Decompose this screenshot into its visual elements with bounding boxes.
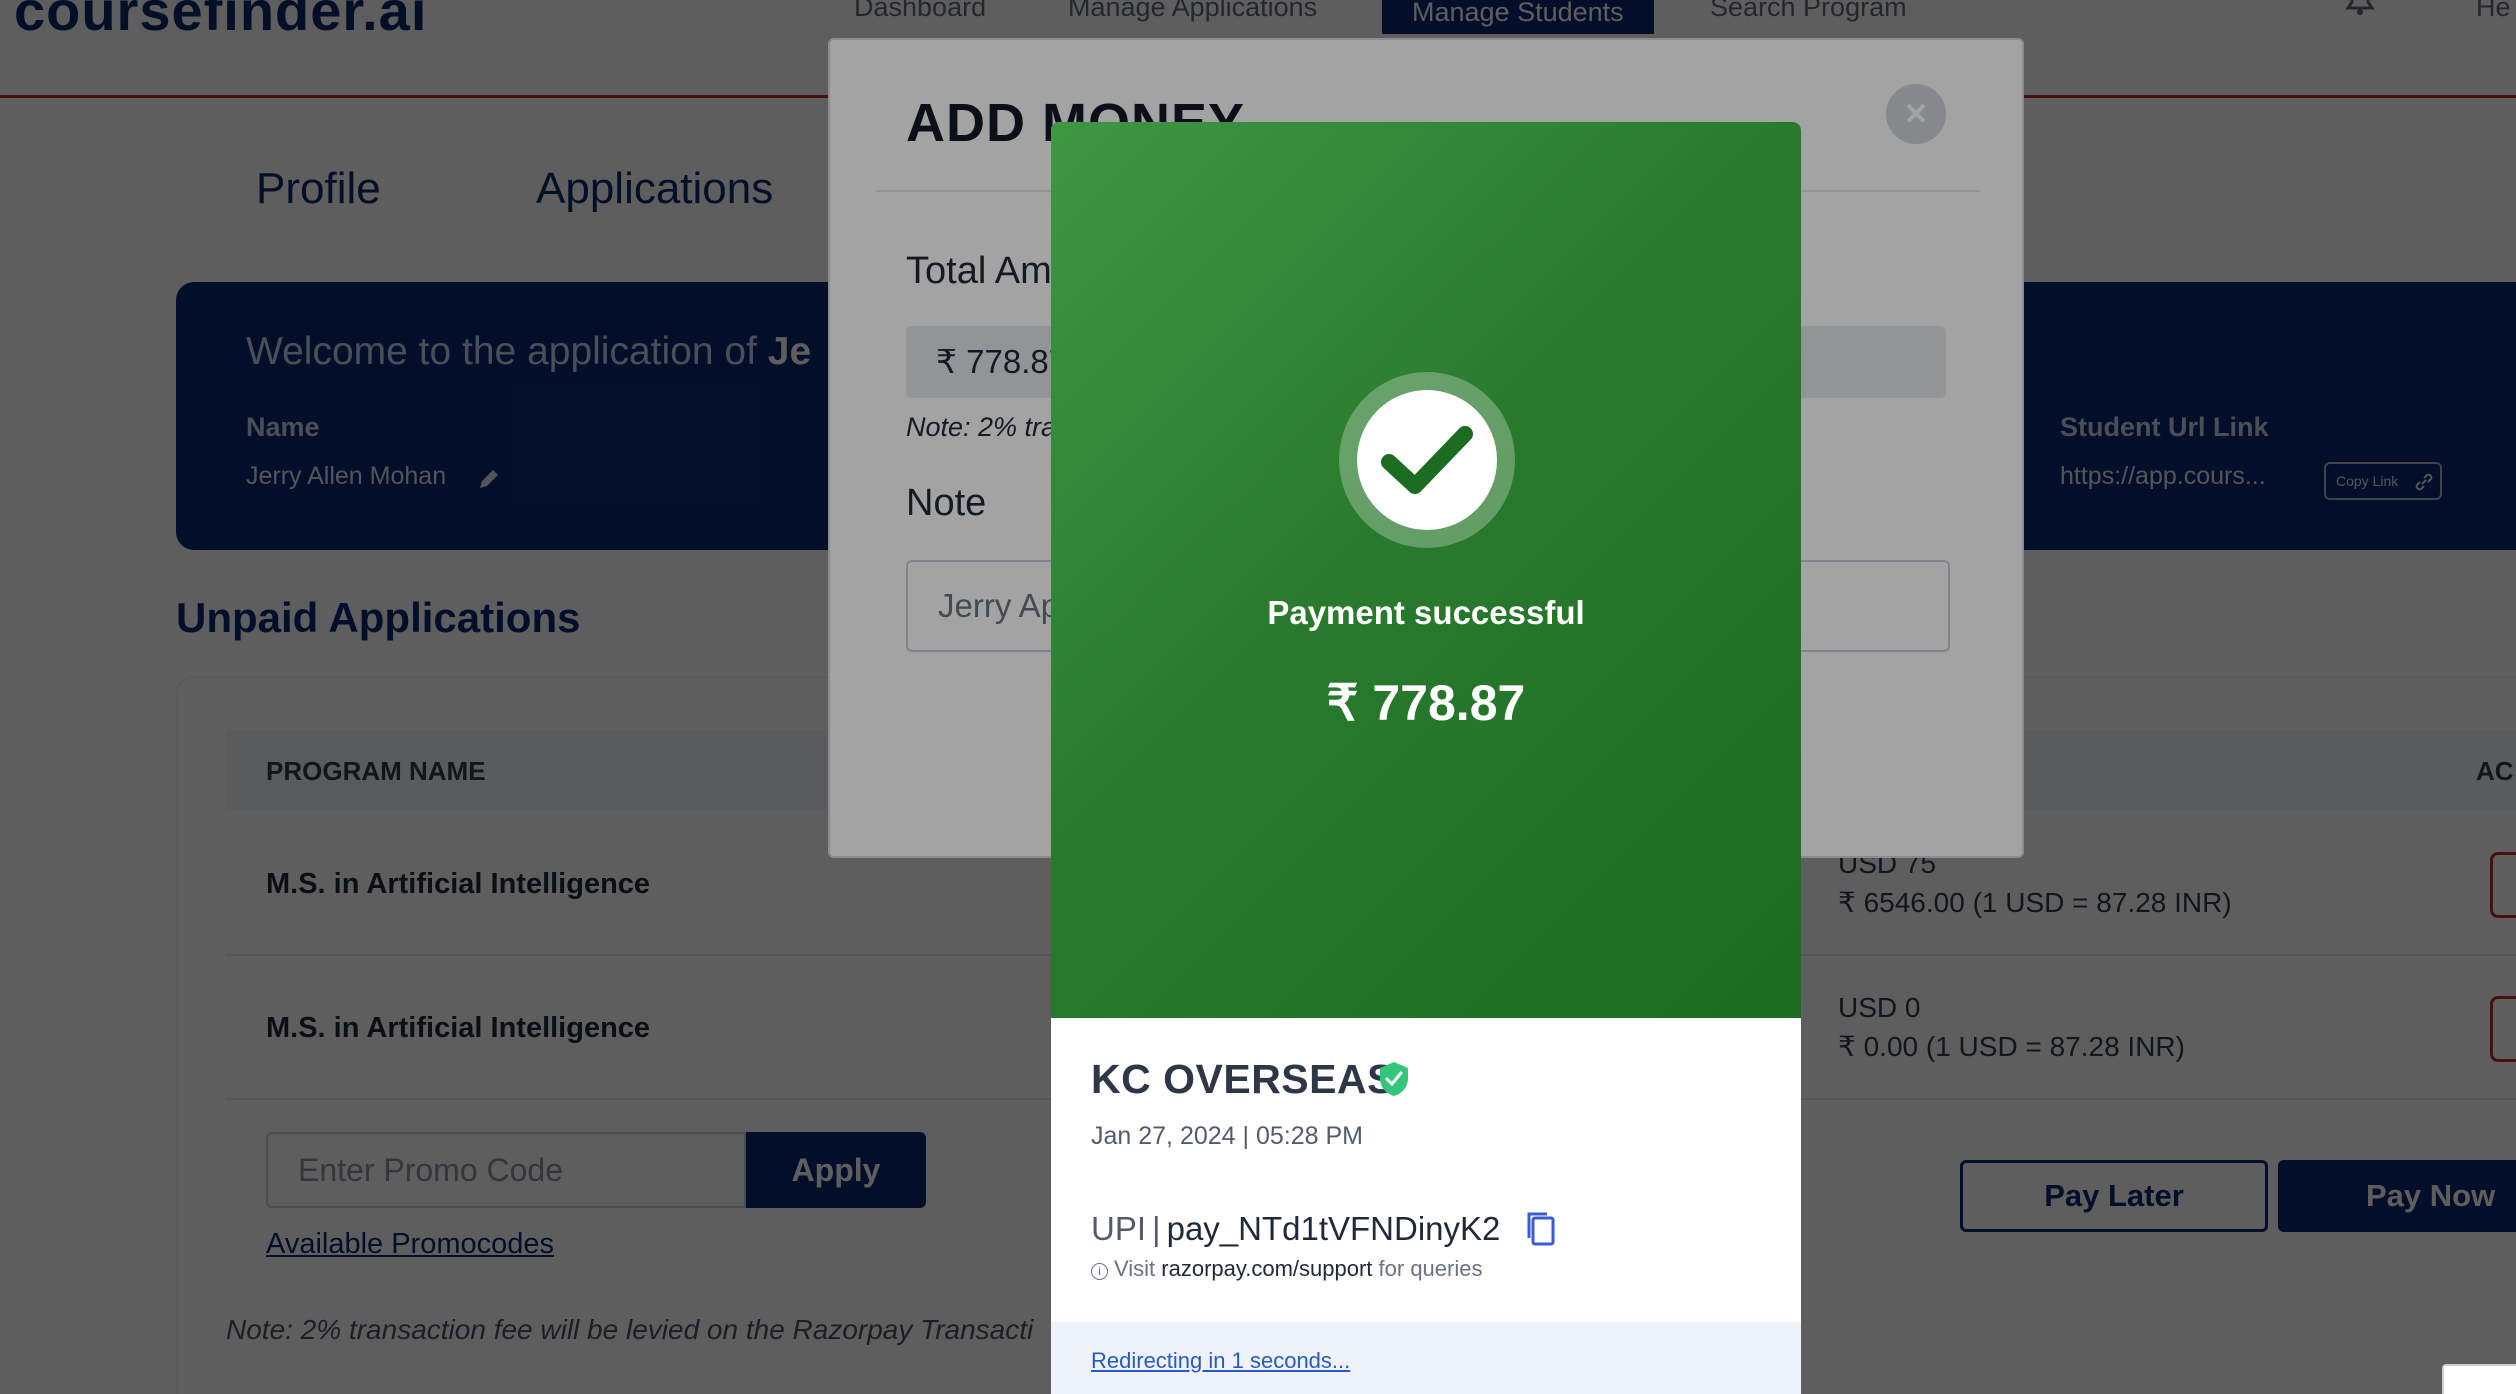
payment-reference: UPI | pay_NTd1tVFNDinyK2 xyxy=(1091,1210,1501,1247)
payment-datetime: Jan 27, 2024 | 05:28 PM xyxy=(1091,1122,1363,1150)
payment-status: Payment successful xyxy=(1267,594,1585,631)
success-badge xyxy=(1339,372,1515,548)
merchant-name: KC OVERSEAS xyxy=(1091,1056,1395,1102)
payment-amount: ₹ 778.87 xyxy=(1326,675,1526,731)
payment-method: UPI xyxy=(1091,1210,1147,1247)
payment-id: pay_NTd1tVFNDinyK2 xyxy=(1166,1210,1501,1247)
redirect-link[interactable]: Redirecting in 1 seconds... xyxy=(1091,1348,1350,1374)
check-icon xyxy=(1381,426,1473,494)
support-link[interactable]: razorpay.com/support xyxy=(1161,1256,1372,1281)
success-banner: Payment successful ₹ 778.87 xyxy=(1051,122,1801,1018)
verified-shield-icon xyxy=(1380,1062,1408,1096)
copy-icon[interactable] xyxy=(1523,1210,1557,1248)
info-icon: i xyxy=(1091,1263,1108,1280)
razorpay-payment-success: Payment successful ₹ 778.87 KC OVERSEAS … xyxy=(1051,122,1801,1394)
support-note: i Visit razorpay.com/support for queries xyxy=(1091,1256,1482,1282)
corner-widget[interactable] xyxy=(2442,1364,2516,1394)
